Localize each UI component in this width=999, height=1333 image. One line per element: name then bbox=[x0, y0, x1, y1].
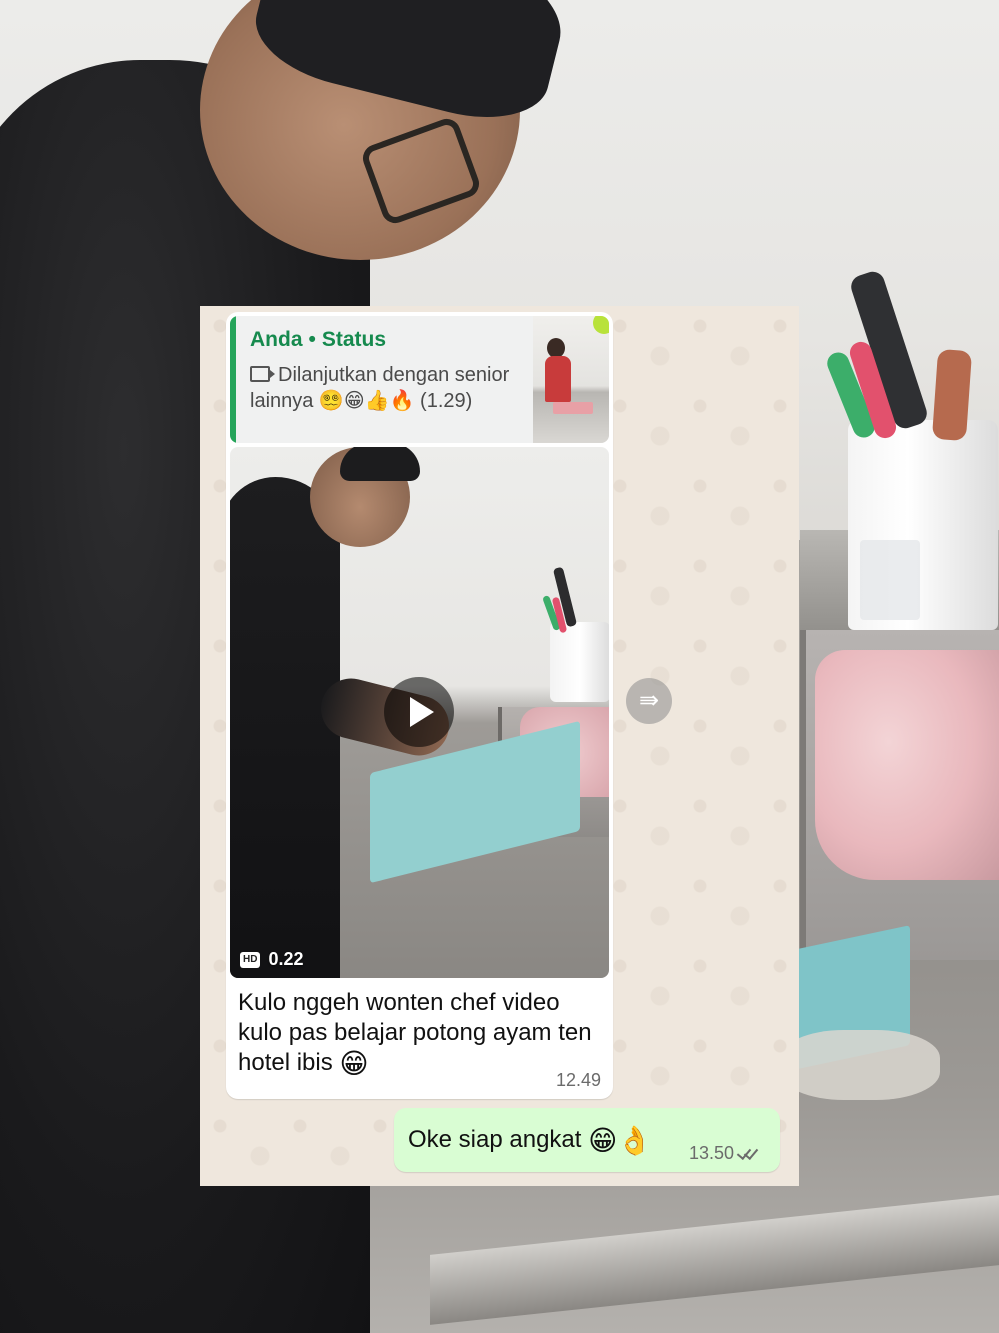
video-duration: 0.22 bbox=[268, 949, 304, 969]
status-thumbnail bbox=[533, 316, 609, 443]
outgoing-emoji: 😁👌 bbox=[588, 1125, 653, 1156]
outgoing-message-text: Oke siap angkat 😁👌 bbox=[408, 1124, 652, 1157]
forward-icon: ⇛ bbox=[638, 687, 660, 714]
video-chef bbox=[230, 477, 340, 978]
thumbnail-board bbox=[553, 402, 593, 414]
message-caption: Kulo nggeh wonten chef video kulo pas be… bbox=[238, 988, 598, 1079]
video-thumbnail[interactable]: HD 0.22 bbox=[230, 447, 609, 978]
quote-accent-bar bbox=[230, 316, 236, 443]
video-camera-icon bbox=[250, 366, 275, 382]
quote-author: Anda bbox=[250, 328, 303, 351]
thumbnail-decoration bbox=[593, 316, 609, 334]
hd-icon: HD bbox=[240, 951, 261, 968]
outgoing-message-bubble[interactable]: Oke siap angkat 😁👌 13.50 bbox=[394, 1108, 780, 1172]
outgoing-timestamp: 13.50 bbox=[689, 1143, 760, 1164]
knife-handle bbox=[931, 348, 973, 442]
quote-body: Dilanjutkan dengan senior lainnya 😵‍💫😁👍🔥… bbox=[250, 364, 510, 412]
double-check-icon bbox=[738, 1146, 760, 1160]
thumbnail-person-head bbox=[547, 338, 565, 358]
outgoing-text: Oke siap angkat bbox=[408, 1126, 582, 1153]
quote-separator: • bbox=[308, 328, 316, 351]
raw-chicken bbox=[815, 650, 999, 880]
reply-quote[interactable]: Anda • Status Dilanjutkan dengan senior la… bbox=[230, 316, 609, 443]
incoming-message-bubble[interactable]: Anda • Status Dilanjutkan dengan senior la… bbox=[226, 312, 613, 1099]
play-button[interactable] bbox=[384, 677, 454, 747]
video-meta: HD 0.22 bbox=[240, 949, 304, 970]
video-knife-pot bbox=[550, 622, 609, 702]
pot-label bbox=[860, 540, 920, 620]
caption-text: Kulo nggeh wonten chef video kulo pas be… bbox=[238, 989, 592, 1076]
quote-header: Anda • Status bbox=[250, 328, 386, 352]
video-chef-cap bbox=[340, 447, 420, 481]
message-timestamp: 12.49 bbox=[555, 1070, 601, 1090]
forward-button[interactable]: ⇛ bbox=[626, 678, 672, 724]
quote-text: Dilanjutkan dengan senior lainnya 😵‍💫😁👍🔥… bbox=[250, 362, 512, 414]
play-icon bbox=[410, 697, 434, 727]
quote-source: Status bbox=[321, 328, 387, 351]
thumbnail-person bbox=[545, 356, 571, 402]
outgoing-time: 13.50 bbox=[688, 1143, 734, 1163]
chat-conversation: Anda • Status Dilanjutkan dengan senior la… bbox=[200, 306, 799, 1186]
caption-emoji: 😁 bbox=[339, 1048, 369, 1079]
flour-crumbs bbox=[780, 1030, 940, 1100]
